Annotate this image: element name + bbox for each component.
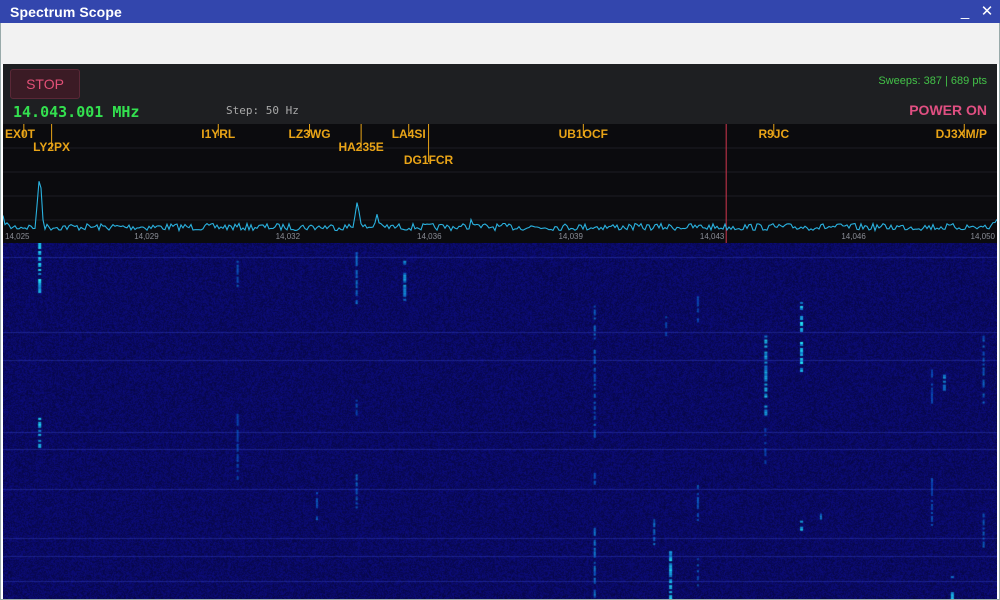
spot-label[interactable]: EX0T (5, 127, 36, 141)
toolbar-area (1, 23, 999, 64)
spot-label[interactable]: LY2PX (33, 140, 70, 154)
spot-label[interactable]: DJ3XM/P (936, 127, 987, 141)
spectrum-background (3, 124, 997, 243)
control-panel: STOP 14.043.001 MHz Step: 50 Hz Sweeps: … (3, 64, 997, 124)
frequency-tick-label: 14,043 (700, 232, 725, 241)
minimize-button[interactable]: _ (955, 2, 975, 21)
frequency-tick-label: 14,039 (558, 232, 583, 241)
spot-label[interactable]: R9JC (758, 127, 789, 141)
spectrum-display[interactable]: EX0TLY2PX I1YRL LZ3WG HA235E LA4SI DG1FCR UB1O… (3, 124, 997, 243)
power-button[interactable]: POWER ON (909, 102, 987, 118)
frequency-tick-label: 14,046 (841, 232, 866, 241)
frequency-tick-label: 14,050 (971, 232, 996, 241)
stop-button[interactable]: STOP (10, 69, 80, 99)
step-readout: Step: 50 Hz (226, 104, 299, 117)
spot-label[interactable]: UB1OCF (559, 127, 608, 141)
sweeps-counter: Sweeps: 387 | 689 pts (878, 75, 987, 87)
frequency-readout: 14.043.001 MHz (13, 103, 140, 121)
spot-label[interactable]: I1YRL (201, 127, 235, 141)
close-button[interactable]: ✕ (977, 2, 997, 21)
spot-label[interactable]: DG1FCR (404, 153, 454, 167)
waterfall-display[interactable] (3, 243, 997, 599)
title-bar: Spectrum Scope _ ✕ (0, 0, 1000, 23)
spot-label[interactable]: LA4SI (392, 127, 426, 141)
spot-label[interactable]: LZ3WG (289, 127, 331, 141)
frequency-tick-label: 14,036 (417, 232, 442, 241)
window-border-left (0, 23, 1, 600)
frequency-tick-label: 14,032 (276, 232, 301, 241)
spot-label[interactable]: HA235E (338, 140, 383, 154)
frequency-tick-label: 14,025 (5, 232, 30, 241)
window-title: Spectrum Scope (10, 4, 122, 20)
frequency-tick-label: 14,029 (134, 232, 159, 241)
